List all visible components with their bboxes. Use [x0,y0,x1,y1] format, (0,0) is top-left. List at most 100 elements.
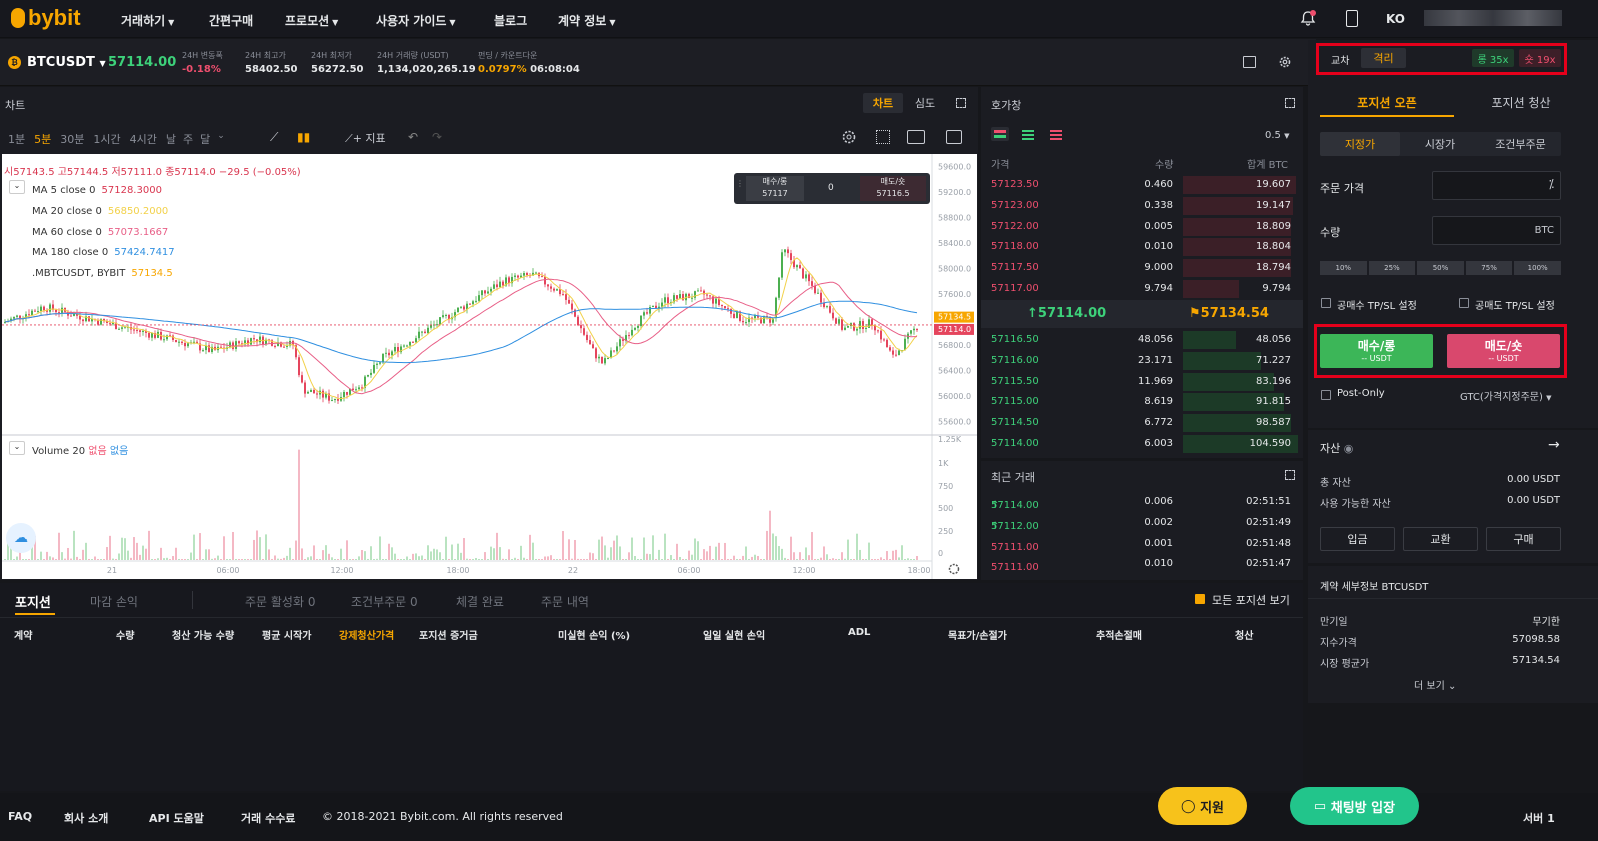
line-chart-icon[interactable]: ⟋ [270,130,278,145]
qty-percent-4[interactable]: 100% [1514,261,1561,275]
chart-canvas[interactable]: 59600.0 59200.0 58800.0 58400.0 58000.0 57600… [2,154,977,579]
expand-icon[interactable] [956,98,966,108]
nav-blog[interactable]: 블로그 [494,12,527,29]
support-button[interactable]: ◯ 지원 [1158,787,1247,825]
tradingview-cloud-icon[interactable]: ☁ [6,523,36,553]
nav-guide[interactable]: 사용자 가이드 ▼ [376,12,456,29]
chart-layout-icon[interactable] [946,130,962,144]
more-intervals-chevron-icon[interactable]: ⌄ [217,131,225,147]
bid-row[interactable]: 57116.00 23.171 71.227 [981,351,1301,371]
nav-trade[interactable]: 거래하기 ▼ [121,12,174,29]
show-all-label[interactable]: 모든 포지션 보기 [1212,592,1290,608]
tpsl-short-label[interactable]: 공매도 TP/SL 설정 [1475,297,1555,312]
account-masked[interactable] [1424,10,1562,26]
layout-icon[interactable] [1243,56,1256,68]
view-both-icon[interactable] [991,127,1009,141]
order-type-market[interactable]: 시장가 [1400,132,1480,156]
qty-percent-3[interactable]: 75% [1465,261,1513,275]
candle-type-icon[interactable]: ▮▮ [297,130,310,144]
tab-close-position[interactable]: 포지션 청산 [1454,94,1588,111]
tab-order-history[interactable]: 주문 내역 [541,593,589,610]
qty-percent-0[interactable]: 10% [1320,261,1367,275]
axis-settings-icon[interactable] [947,562,961,576]
tpsl-long-label[interactable]: 공매수 TP/SL 설정 [1337,297,1417,312]
time-in-force-select[interactable]: GTC(가격지정주문) ▼ [1460,388,1551,403]
exchange-button[interactable]: 교환 [1403,527,1478,551]
interval-0[interactable]: 1분 [8,131,25,147]
price-input[interactable]: ⁒ [1432,171,1561,200]
bybit-logo[interactable]: bybit [11,5,81,31]
fullscreen-icon[interactable] [876,130,890,144]
footer-api[interactable]: API 도움말 [149,810,204,826]
mobile-app-icon[interactable] [1346,10,1358,27]
indicator-button[interactable]: ⟋+ 지표 [345,130,386,146]
redo-icon[interactable]: ↷ [432,130,442,144]
ask-row[interactable]: 57123.00 0.338 19.147 [981,196,1301,216]
settings-gear-icon[interactable] [1278,55,1292,69]
tab-filled[interactable]: 체결 완료 [456,593,504,610]
drag-handle-icon[interactable]: ⋮ [736,179,744,188]
precision-select[interactable]: 0.5 ▼ [1265,130,1289,141]
qty-percent-2[interactable]: 50% [1417,261,1464,275]
bid-row[interactable]: 57115.00 8.619 91.815 [981,392,1301,412]
tab-active-orders[interactable]: 주문 활성화 0 [245,593,315,610]
chat-room-button[interactable]: ▭ 채팅방 입장 [1290,787,1419,825]
nav-promotion[interactable]: 프로모션 ▼ [285,12,338,29]
quick-sell-button[interactable]: 매도/숏 57116.5 [860,176,926,201]
collapse-volume-icon[interactable]: ⌄ [9,441,25,455]
bell-icon[interactable] [1300,10,1316,26]
tab-conditional-orders[interactable]: 조건부주문 0 [351,593,418,610]
interval-6[interactable]: 주 [183,131,193,147]
bid-row[interactable]: 57116.50 48.056 48.056 [981,330,1301,350]
tab-depth[interactable]: 심도 [905,93,945,113]
interval-5[interactable]: 날 [166,131,176,147]
ask-row[interactable]: 57118.00 0.010 18.804 [981,237,1301,257]
percent-toggle-icon[interactable]: ⁒ [1549,177,1554,191]
tpsl-short-checkbox[interactable] [1459,298,1469,308]
more-button[interactable]: 더 보기 ⌄ [1414,677,1456,692]
interval-4[interactable]: 4시간 [130,131,157,147]
nav-contract-info[interactable]: 계약 정보 ▼ [558,12,616,29]
post-only-label[interactable]: Post-Only [1337,388,1385,399]
tab-closed-pnl[interactable]: 마감 손익 [90,593,138,610]
tab-positions[interactable]: 포지션 [15,592,51,611]
tab-chart[interactable]: 차트 [863,93,903,113]
ask-row[interactable]: 57122.00 0.005 18.809 [981,217,1301,237]
language-selector[interactable]: KO [1386,12,1405,26]
quick-buy-button[interactable]: 매수/롱 57117 [746,176,804,201]
footer-fees[interactable]: 거래 수수료 [241,810,295,826]
deposit-button[interactable]: 입금 [1320,527,1395,551]
symbol-selector[interactable]: BTCUSDT ▼ [27,55,106,70]
view-asks-icon[interactable] [1049,127,1063,141]
orderbook-expand-icon[interactable] [1285,98,1295,108]
order-type-limit[interactable]: 지정가 [1320,132,1400,156]
bid-row[interactable]: 57115.50 11.969 83.196 [981,372,1301,392]
undo-icon[interactable]: ↶ [408,130,418,144]
order-type-conditional[interactable]: 조건부주문 [1480,132,1561,156]
interval-7[interactable]: 달 [200,131,210,147]
footer-about[interactable]: 회사 소개 [64,810,108,826]
tab-open-position[interactable]: 포지션 오픈 [1320,94,1454,111]
post-only-checkbox[interactable] [1321,390,1331,400]
chart-settings-icon[interactable] [841,129,857,145]
quick-qty[interactable]: 0 [828,183,834,193]
trades-expand-icon[interactable] [1285,470,1295,480]
camera-icon[interactable] [907,130,925,144]
tpsl-long-checkbox[interactable] [1321,298,1331,308]
interval-2[interactable]: 30분 [60,131,84,147]
purchase-button[interactable]: 구매 [1486,527,1561,551]
nav-quick-buy[interactable]: 간편구매 [209,12,253,29]
bid-row[interactable]: 57114.00 6.003 104.590 [981,434,1301,454]
interval-1[interactable]: 5분 [34,131,51,147]
assets-arrow-icon[interactable]: → [1548,437,1560,453]
interval-3[interactable]: 1시간 [93,131,120,147]
ask-row[interactable]: 57123.50 0.460 19.607 [981,175,1301,195]
footer-faq[interactable]: FAQ [8,810,32,823]
show-all-checkbox[interactable] [1195,594,1205,604]
view-bids-icon[interactable] [1021,127,1035,141]
qty-percent-1[interactable]: 25% [1368,261,1416,275]
ask-row[interactable]: 57117.50 9.000 18.794 [981,258,1301,278]
bid-row[interactable]: 57114.50 6.772 98.587 [981,413,1301,433]
collapse-legend-icon[interactable]: ⌄ [9,180,25,194]
ask-row[interactable]: 57117.00 9.794 9.794 [981,279,1301,299]
